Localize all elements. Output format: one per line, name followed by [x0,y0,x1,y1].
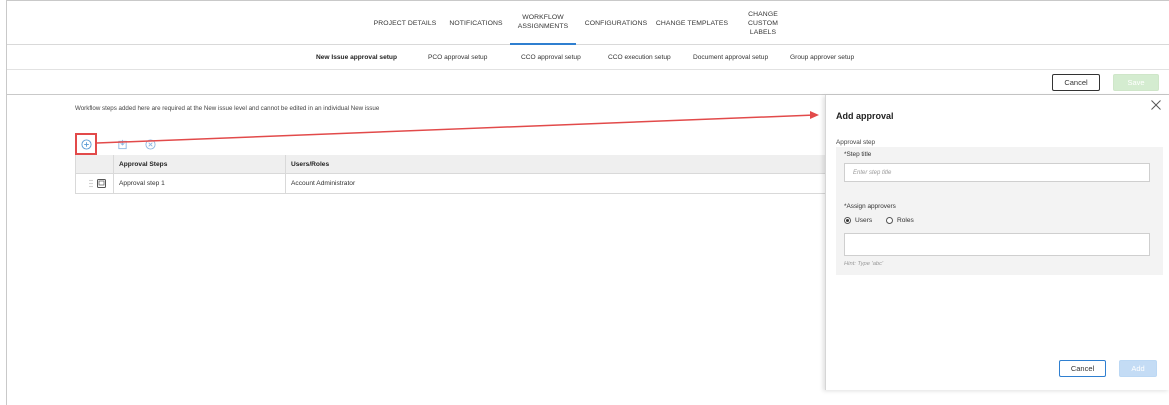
tab-project-details[interactable]: PROJECT DETAILS [367,1,443,45]
table-toolbar [75,133,832,155]
panel-add-button[interactable]: Add [1119,360,1157,377]
subtab-cco-approval[interactable]: CCO approval setup [521,46,581,70]
approval-step-users: Account Administrator [291,180,356,187]
column-header-approval-steps: Approval Steps [119,160,168,168]
approval-steps-table: Approval Steps Users/Roles Approval step… [75,155,832,194]
table-row[interactable]: Approval step 1 Account Administrator [75,174,832,194]
approvers-input[interactable] [844,233,1150,256]
add-icon[interactable] [79,137,93,151]
step-title-label: *Step title [844,151,872,158]
app-frame: PROJECT DETAILS NOTIFICATIONS WORKFLOW A… [6,0,1169,405]
add-approval-panel: Add approval Approval step *Step title E… [825,95,1169,390]
assign-approvers-label: *Assign approvers [844,203,896,210]
approvers-hint: Hint: Type 'abc' [844,261,884,267]
approval-step-form: *Step title Enter step title *Assign app… [836,147,1163,275]
subtab-pco-approval[interactable]: PCO approval setup [428,46,487,70]
panel-title: Add approval [836,111,894,121]
cancel-button[interactable]: Cancel [1052,74,1100,91]
radio-roles-indicator[interactable] [886,217,893,224]
tab-change-templates[interactable]: CHANGE TEMPLATES [655,1,729,45]
table-header-row: Approval Steps Users/Roles [75,155,832,174]
subtab-new-issue-approval[interactable]: New Issue approval setup [316,46,397,70]
tab-configurations[interactable]: CONFIGURATIONS [579,1,653,45]
delete-icon[interactable] [143,137,157,151]
drag-handle-icon[interactable] [89,174,93,193]
save-button[interactable]: Save [1113,74,1159,91]
approval-step-section-label: Approval step [836,139,876,146]
radio-roles[interactable]: Roles [886,217,914,224]
export-icon[interactable] [115,137,129,151]
close-icon[interactable] [1150,99,1162,111]
radio-users-label: Users [855,217,873,224]
subtab-group-approver[interactable]: Group approver setup [790,46,854,70]
subtab-cco-execution[interactable]: CCO execution setup [608,46,671,70]
radio-users[interactable]: Users [844,217,872,224]
step-title-input[interactable]: Enter step title [844,163,1150,182]
radio-roles-label: Roles [897,217,914,224]
top-nav: PROJECT DETAILS NOTIFICATIONS WORKFLOW A… [7,1,1169,45]
workflow-note: Workflow steps added here are required a… [75,105,380,112]
panel-cancel-button[interactable]: Cancel [1059,360,1106,377]
tab-workflow-assignments[interactable]: WORKFLOW ASSIGNMENTS [510,1,576,45]
subtab-document-approval[interactable]: Document approval setup [693,46,768,70]
approval-step-name: Approval step 1 [119,180,165,187]
column-header-users-roles: Users/Roles [291,160,330,168]
sub-nav: New Issue approval setup PCO approval se… [7,46,1169,70]
action-row: Cancel Save [7,71,1169,95]
tab-notifications[interactable]: NOTIFICATIONS [447,1,505,45]
tab-change-custom-labels[interactable]: CHANGE CUSTOM LABELS [732,1,794,45]
row-checkbox[interactable] [97,174,106,193]
radio-users-indicator[interactable] [844,217,851,224]
